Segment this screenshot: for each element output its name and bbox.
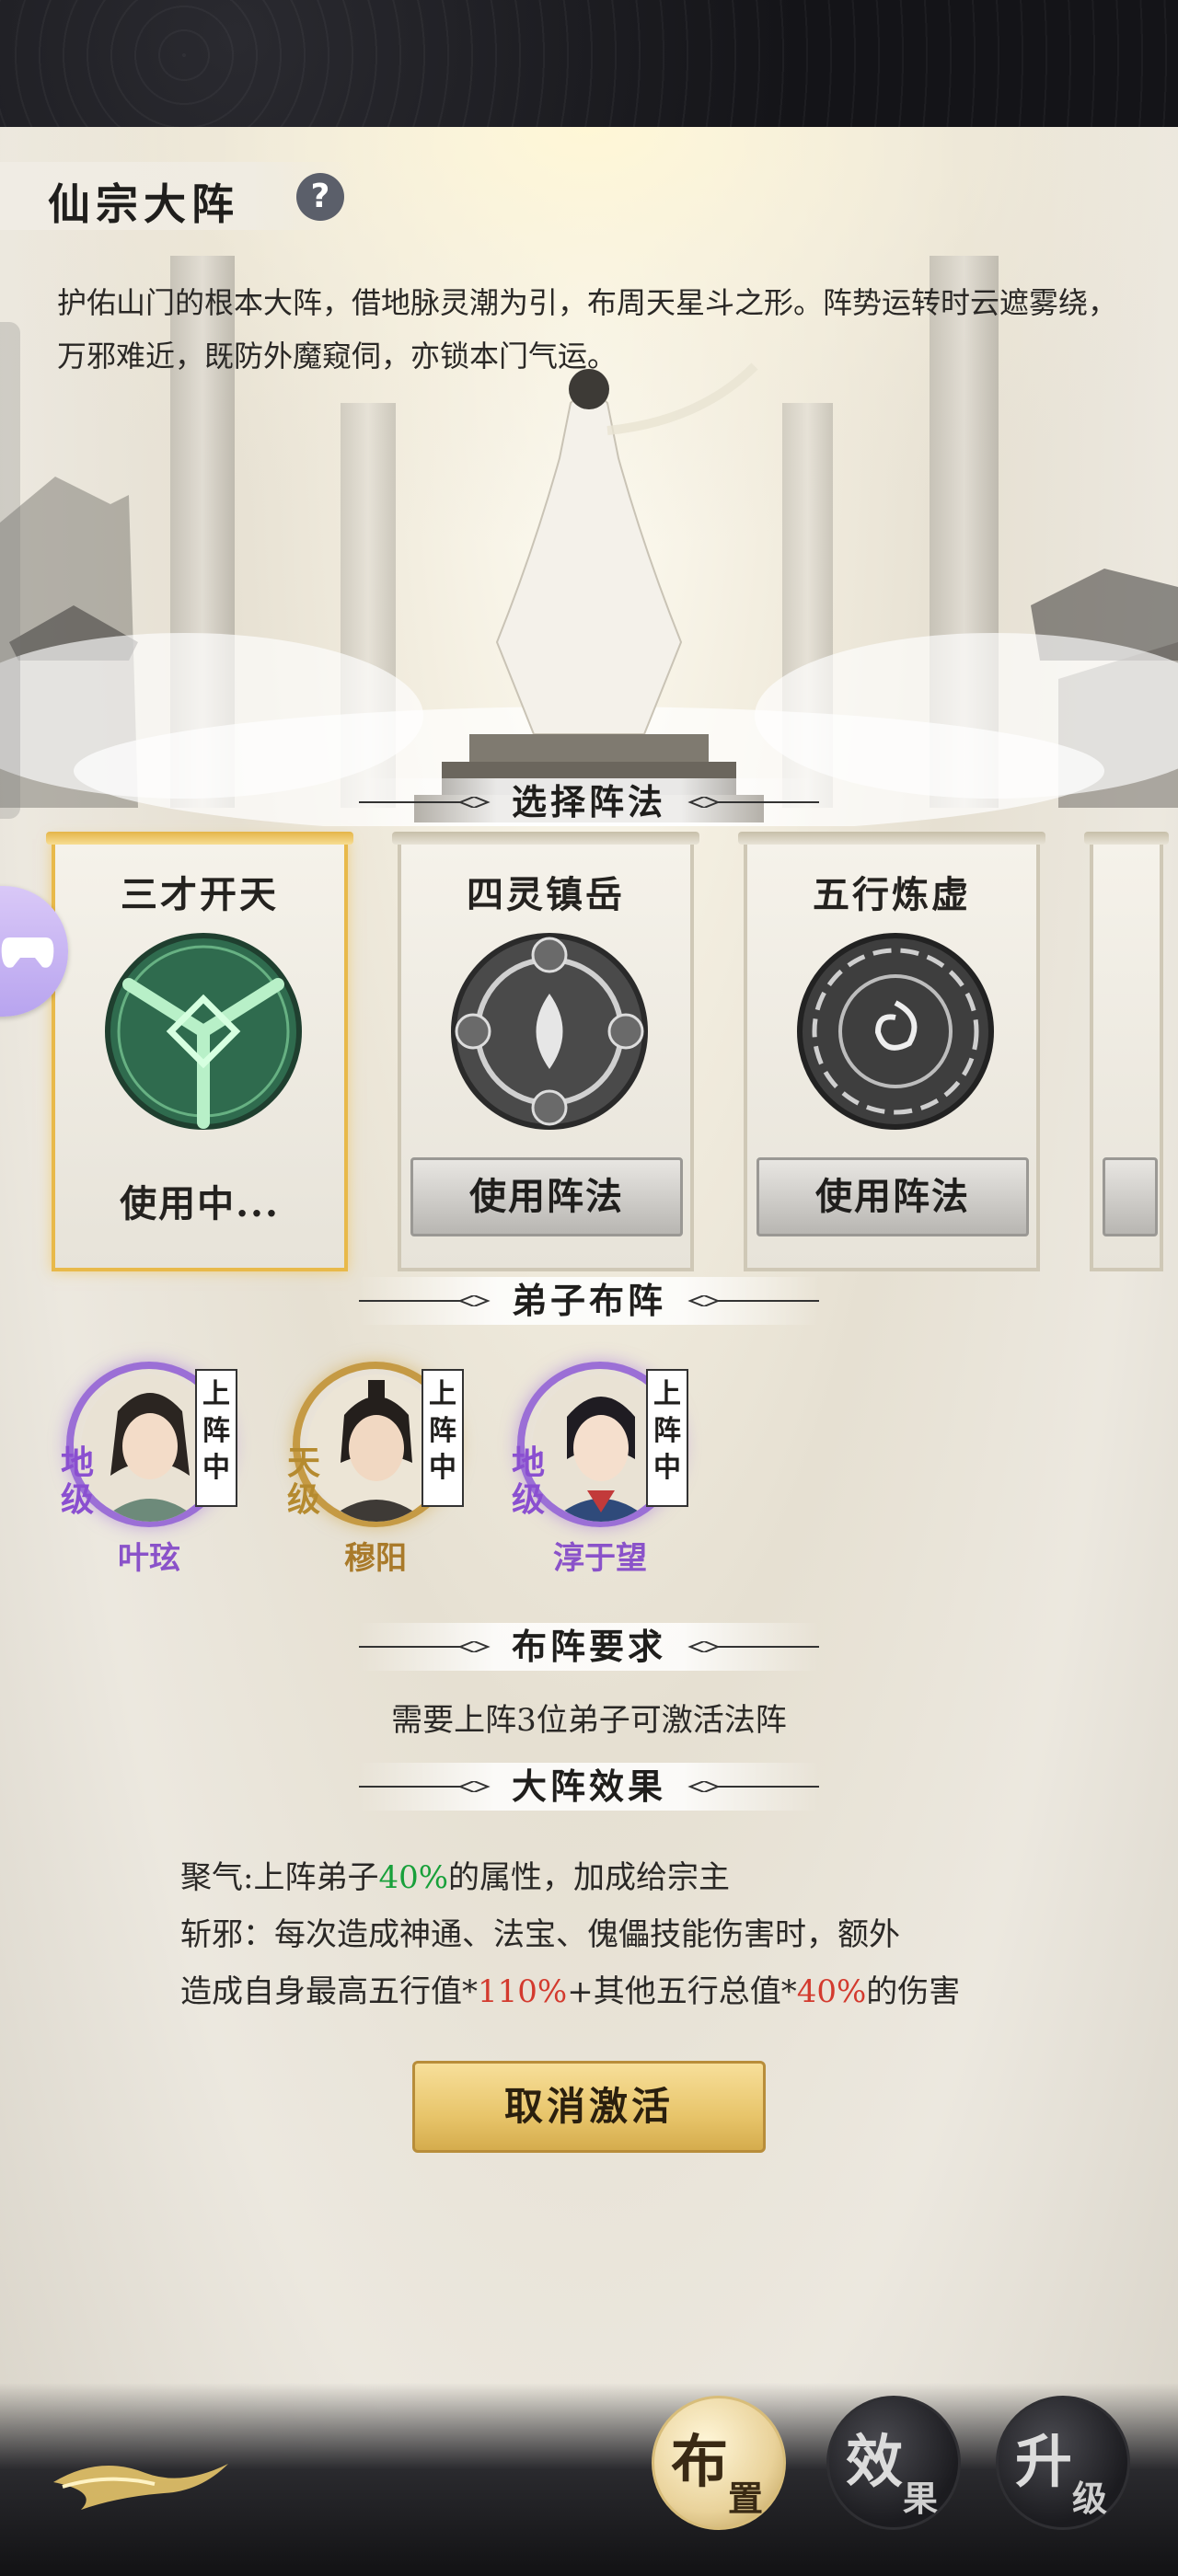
section-requirements: 布阵要求 bbox=[0, 1619, 1178, 1674]
disciple-slot-1[interactable]: 上阵中 地级 叶玹 bbox=[46, 1362, 237, 1582]
grade-label: 地级 bbox=[512, 1443, 546, 1519]
use-formation-button-partial[interactable] bbox=[1103, 1157, 1158, 1236]
formation-card-sancai[interactable]: 三才开天 使用中... bbox=[46, 832, 353, 1271]
page-title: 仙宗大阵 bbox=[48, 179, 239, 229]
golden-dragon-logo-icon bbox=[53, 2464, 228, 2510]
section-disciple-formation: 弟子布阵 bbox=[0, 1273, 1178, 1328]
requirement-text: 需要上阵3位弟子可激活法阵 bbox=[391, 1702, 787, 1739]
formation-panel: 仙宗大阵 ? 护佑山门的根本大阵，借地脉灵潮为引，布周天星斗之形。阵势运转时云遮… bbox=[0, 127, 1178, 2576]
ornament-right-icon bbox=[687, 1295, 819, 1306]
nav-upgrade-button[interactable]: 升级 bbox=[996, 2396, 1130, 2530]
disciple-name: 淳于望 bbox=[553, 1540, 647, 1577]
disciple-slot-3[interactable]: 上阵中 地级 淳于望 bbox=[497, 1362, 688, 1582]
use-formation-button[interactable]: 使用阵法 bbox=[756, 1157, 1029, 1236]
effect-slay-evil-cont: 造成自身最高五行值*110%+其他五行总值*40%的伤害 bbox=[180, 1973, 961, 2010]
triad-emblem-icon bbox=[105, 933, 302, 1130]
deployed-tag: 上阵中 bbox=[195, 1369, 237, 1507]
top-status-bar bbox=[0, 0, 1178, 127]
formation-name: 四灵镇岳 bbox=[467, 873, 625, 916]
ornament-right-icon bbox=[687, 1781, 819, 1792]
side-handle[interactable] bbox=[0, 322, 20, 819]
deployed-tag: 上阵中 bbox=[646, 1369, 688, 1507]
formation-name: 五行炼虚 bbox=[813, 873, 971, 916]
section-effects: 大阵效果 bbox=[0, 1759, 1178, 1814]
deployed-tag: 上阵中 bbox=[422, 1369, 464, 1507]
effect-gather-qi: 聚气:上阵弟子40%的属性，加成给宗主 bbox=[180, 1859, 731, 1896]
formation-card-siling[interactable]: 四灵镇岳 使用阵法 bbox=[392, 832, 699, 1271]
formation-name: 三才开天 bbox=[121, 873, 279, 916]
disciple-name: 叶玹 bbox=[118, 1540, 180, 1577]
section-title: 大阵效果 bbox=[511, 1765, 666, 1807]
ornament-right-icon bbox=[687, 1641, 819, 1652]
ornament-left-icon bbox=[359, 1781, 491, 1792]
section-select-formation: 选择阵法 bbox=[0, 775, 1178, 830]
effect-slay-evil: 斩邪：每次造成神通、法宝、傀儡技能伤害时，额外 bbox=[180, 1916, 900, 1953]
effects-text: 聚气:上阵弟子40%的属性，加成给宗主 斩邪：每次造成神通、法宝、傀儡技能伤害时… bbox=[180, 1849, 1101, 2020]
help-icon[interactable]: ? bbox=[296, 173, 344, 221]
disciple-slot-2[interactable]: 上阵中 天级 穆阳 bbox=[272, 1362, 464, 1582]
formation-card-wuxing[interactable]: 五行炼虚 使用阵法 bbox=[738, 832, 1045, 1271]
gamepad-icon bbox=[1, 937, 54, 968]
four-spirits-emblem-icon bbox=[451, 933, 648, 1130]
formation-status: 使用中... bbox=[120, 1182, 280, 1225]
section-title: 弟子布阵 bbox=[511, 1280, 666, 1321]
background-scene bbox=[0, 127, 1178, 826]
formation-card-next[interactable] bbox=[1084, 832, 1169, 1271]
ornament-left-icon bbox=[359, 797, 491, 808]
grade-label: 天级 bbox=[287, 1443, 321, 1519]
disciple-name: 穆阳 bbox=[344, 1540, 407, 1577]
ornament-left-icon bbox=[359, 1641, 491, 1652]
section-title: 布阵要求 bbox=[511, 1626, 666, 1667]
nav-arrange-button[interactable]: 布置 bbox=[652, 2396, 786, 2530]
five-elements-emblem-icon bbox=[797, 933, 994, 1130]
section-title: 选择阵法 bbox=[511, 781, 666, 822]
ornament-right-icon bbox=[687, 797, 819, 808]
use-formation-button[interactable]: 使用阵法 bbox=[410, 1157, 683, 1236]
grade-label: 地级 bbox=[61, 1443, 95, 1519]
ornament-left-icon bbox=[359, 1295, 491, 1306]
cancel-activation-button[interactable]: 取消激活 bbox=[412, 2061, 766, 2153]
nav-effect-button[interactable]: 效果 bbox=[826, 2396, 961, 2530]
formation-description: 护佑山门的根本大阵，借地脉灵潮为引，布周天星斗之形。阵势运转时云遮雾绕，万邪难近… bbox=[57, 285, 1118, 374]
